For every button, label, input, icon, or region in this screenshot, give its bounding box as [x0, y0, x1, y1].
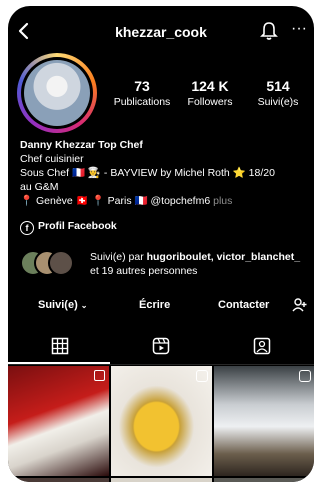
facebook-profile-link[interactable]: f Profil Facebook — [20, 220, 117, 235]
content-tabs — [8, 330, 314, 365]
bio-more-link[interactable]: plus — [213, 195, 232, 207]
profile-screen: khezzar_cook ··· 73 Publications 124 K F… — [8, 6, 314, 482]
following-label: Suivi(e) — [38, 299, 78, 311]
profile-name: Danny Khezzar Top Chef — [20, 139, 143, 151]
bio: Danny Khezzar Top Chef Chef cuisinier So… — [20, 138, 305, 208]
stat-following-value: 514 — [266, 78, 290, 94]
top-bar: khezzar_cook ··· — [8, 6, 314, 56]
bio-line-location: 📍 Genève 🇨🇭 📍 Paris 🇫🇷 @topchefm6 plus — [20, 194, 305, 208]
stat-followers[interactable]: 124 K Followers — [180, 78, 240, 108]
stat-following[interactable]: 514 Suivi(e)s — [248, 78, 308, 108]
facebook-label: Profil Facebook — [38, 220, 117, 232]
bio-line: au G&M — [20, 181, 59, 193]
stat-posts-label: Publications — [113, 96, 171, 108]
avatar[interactable] — [17, 53, 97, 133]
bio-location-text: 📍 Genève 🇨🇭 📍 Paris 🇫🇷 @topchefm6 — [20, 195, 211, 207]
message-label: Écrire — [139, 299, 171, 311]
bell-icon[interactable] — [260, 21, 278, 41]
stat-posts[interactable]: 73 Publications — [112, 78, 172, 108]
stat-followers-label: Followers — [187, 96, 233, 108]
facebook-icon: f — [20, 221, 34, 235]
contact-label: Contacter — [218, 299, 270, 311]
post-thumbnail[interactable] — [8, 478, 109, 482]
followed-by-text: Suivi(e) par hugoriboulet, victor_blanch… — [90, 250, 308, 278]
followed-by-prefix: Suivi(e) par — [90, 251, 144, 263]
reels-icon[interactable] — [152, 337, 170, 355]
follower-avatar — [48, 250, 74, 276]
action-row: Suivi(e) ⌄ Écrire Contacter — [8, 292, 314, 320]
bio-line: Sous Chef 🇫🇷 👨‍🍳 - BAYVIEW by Michel Rot… — [20, 167, 275, 179]
chevron-down-icon: ⌄ — [80, 301, 88, 310]
stat-following-label: Suivi(e)s — [257, 96, 299, 108]
grid-icon[interactable] — [51, 337, 69, 355]
posts-grid — [8, 366, 314, 482]
stat-followers-value: 124 K — [191, 78, 229, 94]
avatar-photo — [24, 60, 90, 126]
followed-by-suffix: et 19 autres personnes — [90, 265, 198, 277]
message-button[interactable]: Écrire — [139, 299, 170, 311]
reels-icon — [299, 370, 311, 382]
add-user-icon[interactable] — [292, 298, 308, 312]
more-icon[interactable]: ··· — [291, 21, 307, 37]
followed-by[interactable]: Suivi(e) par hugoriboulet, victor_blanch… — [20, 246, 310, 286]
post-thumbnail[interactable] — [214, 478, 314, 482]
post-thumbnail[interactable] — [111, 366, 212, 476]
post-thumbnail[interactable] — [214, 366, 314, 476]
contact-button[interactable]: Contacter — [218, 299, 269, 311]
following-button[interactable]: Suivi(e) ⌄ — [38, 299, 88, 311]
carousel-icon — [94, 370, 105, 381]
post-thumbnail[interactable] — [8, 366, 109, 476]
reels-icon — [196, 370, 208, 382]
post-thumbnail[interactable] — [111, 478, 212, 482]
active-tab-indicator — [8, 362, 110, 364]
stat-posts-value: 73 — [134, 78, 150, 94]
followed-by-names: hugoriboulet, victor_blanchet_ — [146, 251, 301, 263]
tagged-icon[interactable] — [253, 337, 271, 355]
bio-line: Chef cuisinier — [20, 153, 84, 165]
